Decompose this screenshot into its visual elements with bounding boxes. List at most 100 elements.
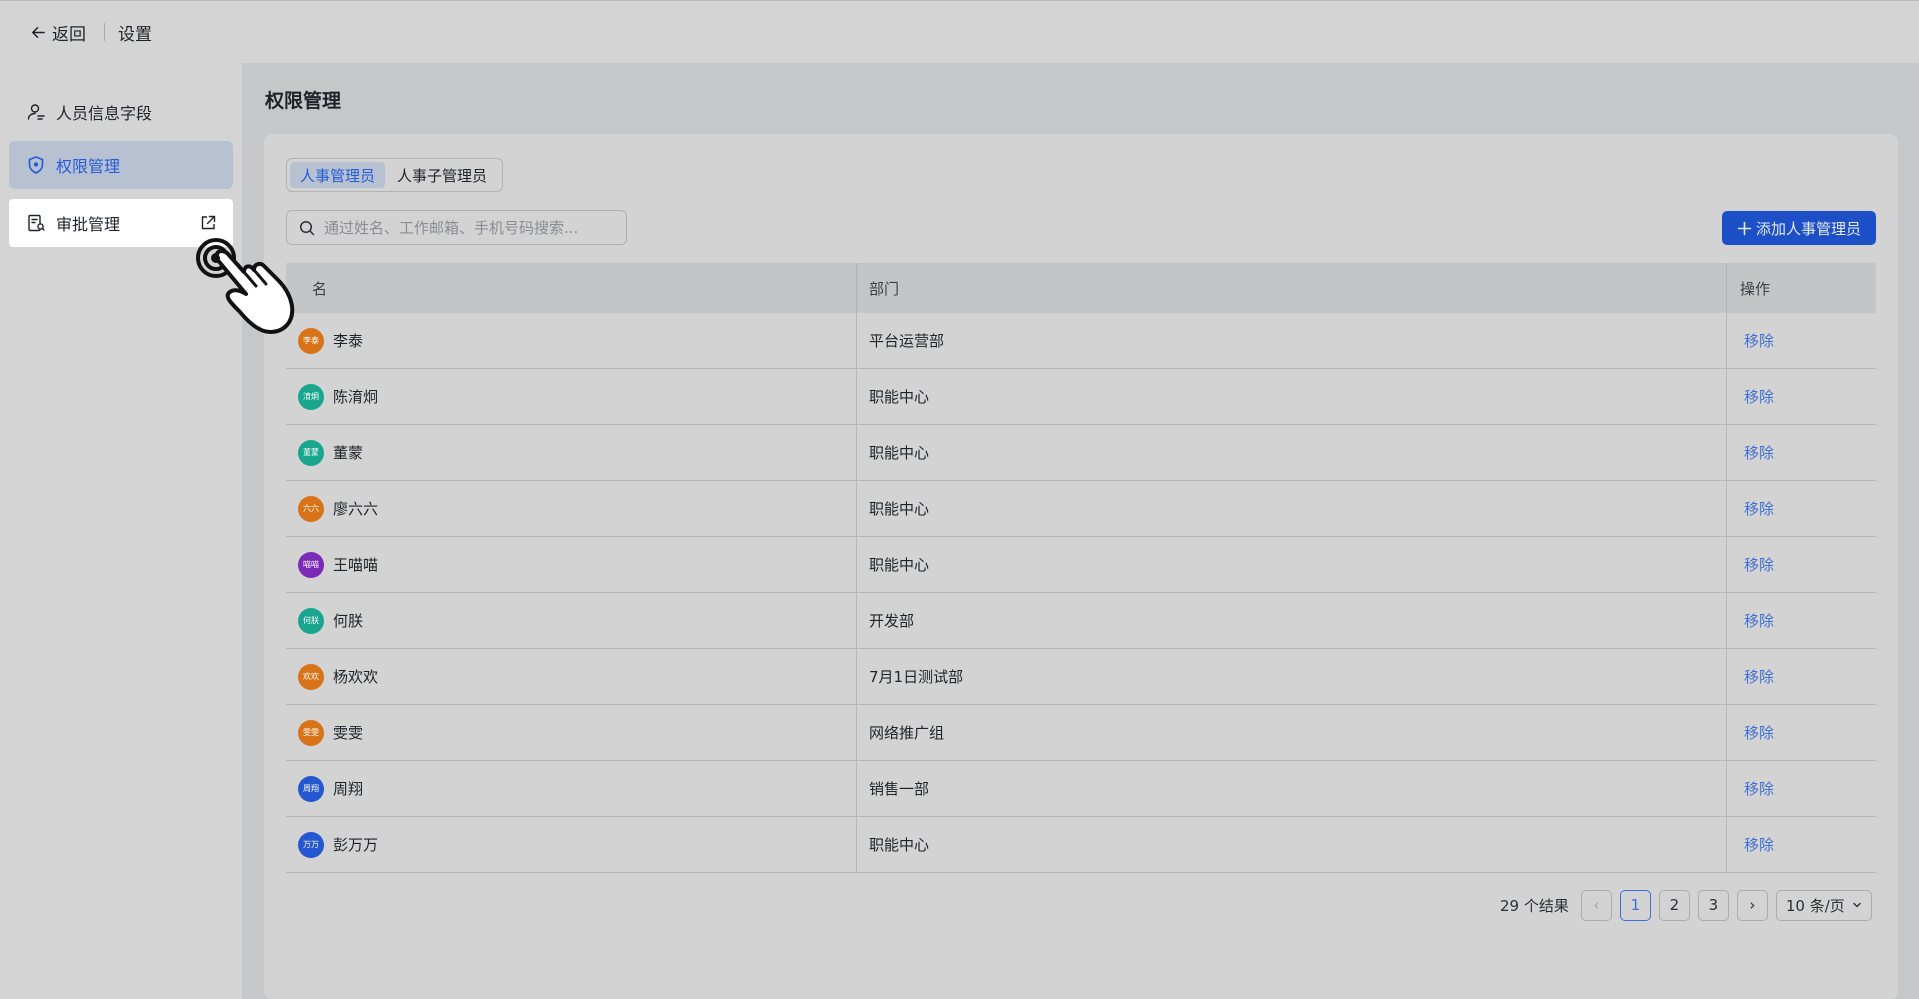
add-hr-admin-button[interactable]: 添加人事管理员 (1722, 211, 1876, 245)
pagination: 29 个结果 ‹ 1 2 3 › 10 条/页 (1500, 889, 1872, 921)
cell-action: 移除 (1726, 425, 1876, 480)
person-name: 雯雯 (333, 724, 364, 742)
hand-pointer-icon (196, 238, 295, 334)
back-label: 返回 (52, 24, 86, 45)
cell-action: 移除 (1726, 817, 1876, 872)
cell-department: 职能中心 (856, 425, 1726, 480)
person-name: 彭万万 (333, 836, 379, 854)
remove-button[interactable]: 移除 (1744, 386, 1774, 407)
sidebar-item-person-fields[interactable]: 人员信息字段 (9, 88, 233, 136)
cell-name: 李泰 李泰 (286, 313, 856, 368)
external-link-icon (201, 215, 216, 230)
table-row: 李泰 李泰 平台运营部 移除 (286, 313, 1876, 369)
cell-department: 7月1日测试部 (856, 649, 1726, 704)
avatar: 周翔 (298, 775, 324, 802)
cell-action: 移除 (1726, 537, 1876, 592)
search-input[interactable] (324, 218, 614, 237)
remove-button[interactable]: 移除 (1744, 666, 1774, 687)
page-1-button[interactable]: 1 (1619, 889, 1651, 921)
cell-action: 移除 (1726, 369, 1876, 424)
shield-icon (26, 155, 46, 175)
header-department: 部门 (856, 263, 1726, 313)
cell-name: 雯雯 雯雯 (286, 705, 856, 760)
arrow-left-icon (32, 26, 45, 38)
next-page-button[interactable]: › (1736, 889, 1768, 921)
chevron-left-icon: ‹ (1593, 896, 1600, 914)
cell-action: 移除 (1726, 593, 1876, 648)
page-2-button[interactable]: 2 (1658, 889, 1690, 921)
person-name: 廖六六 (333, 500, 379, 518)
cell-name: 喵喵 王喵喵 (286, 537, 856, 592)
page-size-value: 10 条/页 (1785, 896, 1845, 915)
cell-department: 职能中心 (856, 817, 1726, 872)
table-row: 周翔 周翔 销售一部 移除 (286, 761, 1876, 817)
table-row: 董蒙 董蒙 职能中心 移除 (286, 425, 1876, 481)
cell-name: 淯炯 陈淯炯 (286, 369, 856, 424)
cell-action: 移除 (1726, 761, 1876, 816)
avatar: 万万 (298, 831, 324, 858)
remove-button[interactable]: 移除 (1744, 834, 1774, 855)
header-name: 名 (312, 279, 328, 298)
sidebar-item-label: 审批管理 (56, 215, 121, 234)
table-row: 欢欢 杨欢欢 7月1日测试部 移除 (286, 649, 1876, 705)
add-button-label: 添加人事管理员 (1755, 219, 1861, 238)
cell-department: 开发部 (856, 593, 1726, 648)
cell-name: 万万 彭万万 (286, 817, 856, 872)
sidebar-item-label: 权限管理 (56, 157, 121, 176)
cell-action: 移除 (1726, 649, 1876, 704)
cell-department: 平台运营部 (856, 313, 1726, 368)
header-action: 操作 (1726, 263, 1876, 313)
person-name: 何朕 (333, 612, 364, 630)
cell-department: 职能中心 (856, 369, 1726, 424)
cell-department: 职能中心 (856, 481, 1726, 536)
cell-name: 周翔 周翔 (286, 761, 856, 816)
person-name: 杨欢欢 (333, 668, 379, 686)
remove-button[interactable]: 移除 (1744, 498, 1774, 519)
avatar: 六六 (298, 495, 324, 522)
page-title: 权限管理 (265, 90, 342, 112)
page-size-select[interactable]: 10 条/页 (1775, 889, 1872, 921)
remove-button[interactable]: 移除 (1744, 722, 1774, 743)
avatar: 雯雯 (298, 719, 324, 746)
role-tabs: 人事管理员 人事子管理员 (286, 158, 503, 192)
cell-action: 移除 (1726, 705, 1876, 760)
remove-button[interactable]: 移除 (1744, 610, 1774, 631)
remove-button[interactable]: 移除 (1744, 554, 1774, 575)
table-row: 淯炯 陈淯炯 职能中心 移除 (286, 369, 1876, 425)
sidebar-item-label: 人员信息字段 (56, 104, 153, 123)
avatar: 董蒙 (298, 439, 324, 466)
remove-button[interactable]: 移除 (1744, 330, 1774, 351)
page-3-button[interactable]: 3 (1697, 889, 1729, 921)
cell-action: 移除 (1726, 481, 1876, 536)
table-row: 雯雯 雯雯 网络推广组 移除 (286, 705, 1876, 761)
prev-page-button[interactable]: ‹ (1580, 889, 1612, 921)
person-name: 王喵喵 (333, 556, 379, 574)
approval-icon (26, 213, 46, 233)
cell-department: 销售一部 (856, 761, 1726, 816)
page-header-title: 设置 (118, 24, 152, 45)
result-count: 29 个结果 (1500, 896, 1569, 915)
tab-hr-admin[interactable]: 人事管理员 (290, 162, 386, 188)
back-button[interactable]: 返回 (29, 20, 86, 45)
plus-icon (1737, 221, 1752, 235)
cell-name: 六六 廖六六 (286, 481, 856, 536)
cell-action: 移除 (1726, 313, 1876, 368)
cell-department: 职能中心 (856, 537, 1726, 592)
remove-button[interactable]: 移除 (1744, 778, 1774, 799)
sidebar: 人员信息字段 权限管理 审批管理 (0, 63, 242, 999)
person-name: 陈淯炯 (333, 388, 379, 406)
table-row: 何朕 何朕 开发部 移除 (286, 593, 1876, 649)
cell-name: 董蒙 董蒙 (286, 425, 856, 480)
search-box (286, 210, 627, 245)
remove-button[interactable]: 移除 (1744, 442, 1774, 463)
sidebar-item-permissions[interactable]: 权限管理 (9, 141, 233, 189)
avatar: 欢欢 (298, 663, 324, 690)
table-row: 六六 廖六六 职能中心 移除 (286, 481, 1876, 537)
person-name: 周翔 (333, 780, 364, 798)
chevron-right-icon: › (1749, 896, 1756, 914)
search-icon (299, 220, 315, 235)
cell-name: 何朕 何朕 (286, 593, 856, 648)
tab-hr-sub-admin[interactable]: 人事子管理员 (387, 162, 497, 188)
topbar-divider (104, 23, 105, 41)
cell-name: 欢欢 杨欢欢 (286, 649, 856, 704)
